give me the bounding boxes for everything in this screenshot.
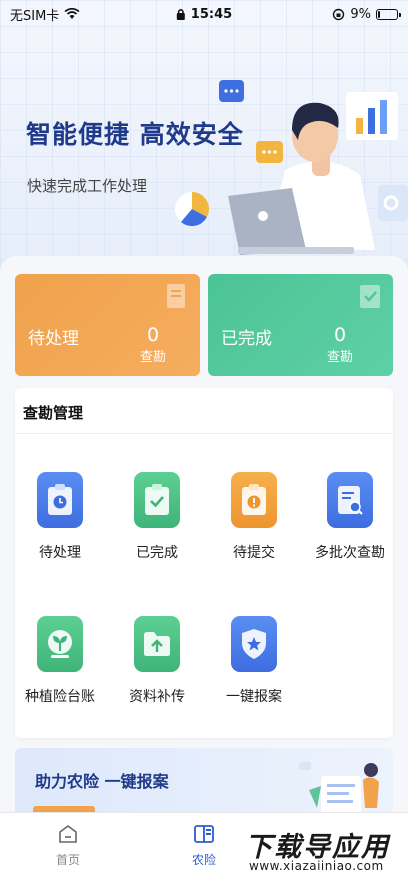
book-icon <box>194 825 214 843</box>
tab-label: 首页 <box>55 853 80 867</box>
stat-count: 0 <box>146 324 160 346</box>
receipt-icon <box>167 284 185 308</box>
battery-level <box>378 10 380 18</box>
grid-item-supplement-upload[interactable]: 资料补传 <box>112 616 202 706</box>
sprout-icon <box>37 616 83 672</box>
orientation-lock-icon <box>333 8 345 20</box>
stat-label: 待处理 <box>28 329 79 349</box>
clipboard-alert-icon <box>231 472 277 528</box>
stat-unit: 查勘 <box>326 350 353 365</box>
shield-star-icon <box>231 616 277 672</box>
stat-card-done[interactable]: 已完成 0 查勘 <box>208 274 393 376</box>
wifi-icon <box>64 8 80 19</box>
grid-label: 已完成 <box>136 545 178 561</box>
grid-item-planting-ledger[interactable]: 种植险台账 <box>15 616 105 706</box>
chat-bubble-icon <box>256 141 283 163</box>
status-bar: 无SIM卡 15:45 9% <box>0 0 408 28</box>
document-search-icon <box>327 472 373 528</box>
promo-banner[interactable]: 助力农险 一键报案 <box>15 748 393 818</box>
grid-label: 种植险台账 <box>25 689 95 705</box>
promo-illustration <box>299 762 379 818</box>
hero-banner: 智能便捷 高效安全 快速完成工作处理 <box>0 0 408 270</box>
tab-home[interactable]: 首页 <box>28 823 108 868</box>
grid-label: 待提交 <box>233 545 275 561</box>
clipboard-check-icon <box>360 285 380 308</box>
grid-item-completed[interactable]: 已完成 <box>112 472 202 562</box>
watermark-url: www.xiazaiiniao.com <box>249 859 384 873</box>
grid-item-to-submit[interactable]: 待提交 <box>209 472 299 562</box>
watermark: 下载导应用 www.xiazaiiniao.com <box>245 825 405 879</box>
grid-item-pending[interactable]: 待处理 <box>15 472 105 562</box>
gear-icon <box>378 185 408 221</box>
folder-upload-icon <box>134 616 180 672</box>
tab-agri-insurance[interactable]: 农险 <box>164 823 244 868</box>
grid-label: 资料补传 <box>129 689 185 705</box>
battery-percent: 9% <box>350 6 371 22</box>
bar-chart-icon <box>346 92 398 140</box>
inspection-panel: 查勘管理 待处理 已完成 待提交 多批次查勘 种植险台账 资料补传 一键报案 <box>15 388 393 738</box>
battery-icon <box>376 8 401 20</box>
tab-label: 农险 <box>191 853 216 867</box>
clipboard-check-icon <box>134 472 180 528</box>
home-icon <box>59 825 77 843</box>
hero-illustration <box>175 80 408 255</box>
carrier-label: 无SIM卡 <box>10 8 60 24</box>
panel-title: 查勘管理 <box>23 404 84 422</box>
divider <box>15 433 393 434</box>
grid-item-multi-batch[interactable]: 多批次查勘 <box>305 472 395 562</box>
stat-unit: 查勘 <box>139 350 166 365</box>
lock-icon <box>176 8 185 20</box>
promo-title: 助力农险 一键报案 <box>35 772 169 791</box>
pie-chart-icon <box>175 192 209 227</box>
grid-label: 待处理 <box>39 545 81 561</box>
stat-label: 已完成 <box>221 329 272 349</box>
grid-label: 一键报案 <box>226 689 282 705</box>
clock: 15:45 <box>190 6 233 22</box>
stat-count: 0 <box>333 324 347 346</box>
chat-bubble-icon <box>219 80 244 102</box>
clipboard-clock-icon <box>37 472 83 528</box>
grid-label: 多批次查勘 <box>315 545 385 561</box>
grid-item-one-click-report[interactable]: 一键报案 <box>209 616 299 706</box>
stat-card-pending[interactable]: 待处理 0 查勘 <box>15 274 200 376</box>
